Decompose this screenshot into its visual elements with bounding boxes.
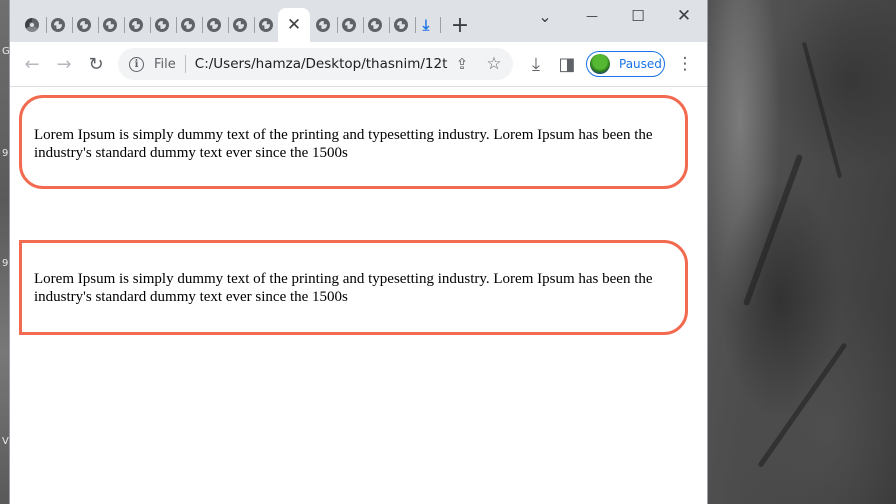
tab-page[interactable] bbox=[253, 12, 279, 38]
tab-page[interactable] bbox=[149, 12, 175, 38]
close-tab-icon[interactable]: ✕ bbox=[287, 15, 301, 35]
address-bar[interactable]: i File C:/Users/hamza/Desktop/thasnim/12… bbox=[118, 48, 513, 80]
site-info-icon[interactable]: i bbox=[129, 56, 144, 72]
tab-page[interactable] bbox=[336, 12, 362, 38]
scheme-label: File bbox=[154, 56, 176, 72]
tab-search-chevron-down-icon[interactable]: ⌄ bbox=[525, 4, 565, 28]
maximize-button[interactable]: ☐ bbox=[618, 4, 658, 28]
globe-icon bbox=[77, 18, 91, 32]
tab-page[interactable] bbox=[71, 12, 97, 38]
desktop-icon-label-fragment: 9 bbox=[2, 258, 9, 269]
globe-icon bbox=[342, 18, 356, 32]
globe-icon bbox=[316, 18, 330, 32]
address-separator bbox=[184, 55, 186, 73]
tab-page[interactable] bbox=[388, 12, 414, 38]
globe-icon bbox=[207, 18, 221, 32]
tab-chrome[interactable] bbox=[19, 12, 45, 38]
rock-crack bbox=[801, 41, 843, 179]
rock-crack bbox=[742, 153, 804, 307]
globe-icon bbox=[155, 18, 169, 32]
bookmark-star-icon[interactable]: ☆ bbox=[482, 52, 506, 76]
paragraph-text: Lorem Ipsum is simply dummy text of the … bbox=[34, 127, 653, 161]
close-window-button[interactable]: ✕ bbox=[664, 4, 704, 28]
forward-button[interactable]: → bbox=[52, 52, 76, 76]
tab-strip: ✕ ⤓ + ⌄ — ☐ ✕ bbox=[10, 0, 707, 42]
globe-icon bbox=[259, 18, 273, 32]
rock-crack bbox=[757, 342, 848, 468]
download-icon: ⤓ bbox=[422, 16, 430, 34]
browser-toolbar: ← → ↻ i File C:/Users/hamza/Desktop/thas… bbox=[10, 42, 707, 87]
globe-icon bbox=[103, 18, 117, 32]
right-rounded-text-box: Lorem Ipsum is simply dummy text of the … bbox=[19, 240, 688, 335]
tab-page[interactable] bbox=[227, 12, 253, 38]
tab-page[interactable] bbox=[362, 12, 388, 38]
rounded-text-box: Lorem Ipsum is simply dummy text of the … bbox=[19, 95, 688, 189]
new-tab-button[interactable]: + bbox=[446, 8, 474, 42]
downloads-icon[interactable]: ⤓ bbox=[524, 52, 548, 76]
page-content: Lorem Ipsum is simply dummy text of the … bbox=[10, 87, 707, 504]
desktop-icon-label-fragment: 9 bbox=[2, 148, 9, 159]
tab-download[interactable]: ⤓ bbox=[413, 12, 439, 38]
desktop-left-edge: G 9 9 V bbox=[0, 0, 10, 504]
profile-status-label: Paused bbox=[619, 57, 662, 71]
globe-icon bbox=[129, 18, 143, 32]
globe-icon bbox=[394, 18, 408, 32]
share-icon[interactable]: ⇪ bbox=[450, 52, 474, 76]
desktop-icon-label-fragment: V bbox=[2, 436, 9, 447]
browser-window: ✕ ⤓ + ⌄ — ☐ ✕ ← → ↻ i File C:/Users/hamz… bbox=[10, 0, 707, 504]
globe-icon bbox=[368, 18, 382, 32]
tab-separator bbox=[440, 17, 441, 33]
profile-button[interactable]: Paused bbox=[586, 51, 665, 77]
tab-page[interactable] bbox=[201, 12, 227, 38]
reload-button[interactable]: ↻ bbox=[84, 52, 108, 76]
url-text[interactable]: C:/Users/hamza/Desktop/thasnim/12ta... bbox=[195, 56, 448, 72]
paragraph-text: Lorem Ipsum is simply dummy text of the … bbox=[34, 271, 653, 305]
tab-page[interactable] bbox=[310, 12, 336, 38]
tab-page[interactable] bbox=[123, 12, 149, 38]
chrome-icon bbox=[25, 18, 39, 32]
tab-active[interactable]: ✕ bbox=[278, 8, 310, 42]
globe-icon bbox=[51, 18, 65, 32]
back-button[interactable]: ← bbox=[20, 52, 44, 76]
globe-icon bbox=[233, 18, 247, 32]
desktop-icon-label-fragment: G bbox=[2, 46, 10, 57]
tab-page[interactable] bbox=[45, 12, 71, 38]
tab-page[interactable] bbox=[97, 12, 123, 38]
globe-icon bbox=[181, 18, 195, 32]
tab-page[interactable] bbox=[175, 12, 201, 38]
side-panel-icon[interactable]: ◨ bbox=[555, 52, 579, 76]
menu-kebab-icon[interactable]: ⋮ bbox=[673, 52, 697, 76]
minimize-button[interactable]: — bbox=[572, 4, 612, 28]
avatar bbox=[590, 54, 610, 74]
